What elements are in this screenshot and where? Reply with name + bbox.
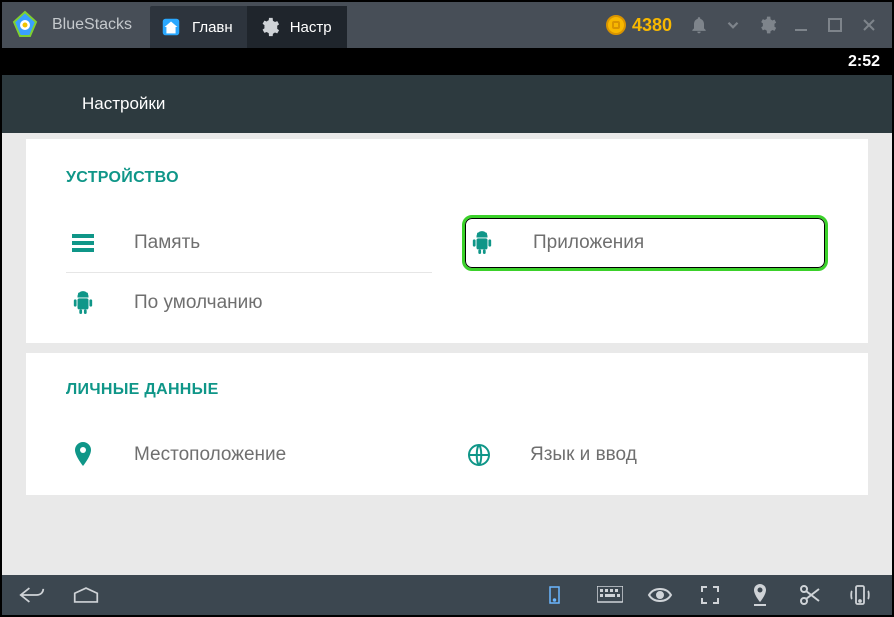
bluestacks-window: BlueStacks Главн Настр 4380 [0,0,894,617]
notifications-icon[interactable] [682,8,716,42]
storage-icon [66,234,100,252]
shake-icon[interactable] [846,581,874,609]
eye-icon[interactable] [646,581,674,609]
section-device: УСТРОЙСТВО Память [26,139,868,343]
clock: 2:52 [848,53,880,71]
tab-label: Настр [290,19,332,36]
gear-icon [258,16,280,38]
settings-gear-icon[interactable] [750,8,784,42]
keyboard-settings-icon[interactable] [546,581,574,609]
item-label: По умолчанию [134,292,263,314]
close-icon[interactable] [852,8,886,42]
home-icon [160,16,182,38]
tab-home[interactable]: Главн [150,6,248,48]
android-statusbar: 2:52 [2,48,892,75]
app-name: BlueStacks [48,16,132,34]
apps-android-icon [465,231,499,255]
section-title-device: УСТРОЙСТВО [66,169,828,187]
android-navbar [2,575,892,615]
maximize-icon[interactable] [818,8,852,42]
appbar-title: Настройки [82,94,165,114]
section-title-personal: ЛИЧНЫЕ ДАННЫЕ [66,381,828,399]
home-button[interactable] [72,581,100,609]
section-personal: ЛИЧНЫЕ ДАННЫЕ Местоположение Язык и ввод [26,353,868,495]
coin-count: 4380 [632,15,672,36]
minimize-icon[interactable] [784,8,818,42]
tab-label: Главн [192,19,233,36]
scissors-icon[interactable] [796,581,824,609]
item-label: Язык и ввод [530,444,637,466]
android-screen: 2:52 Настройки УСТРОЙСТВО Память [2,48,892,575]
settings-item-default[interactable]: По умолчанию [66,273,432,333]
keyboard-icon[interactable] [596,581,624,609]
item-label: Память [134,232,200,254]
tab-strip: Главн Настр [150,2,347,48]
coin-icon [606,15,626,35]
location-icon[interactable] [746,581,774,609]
pika-points[interactable]: 4380 [606,15,672,36]
settings-appbar: Настройки [2,75,892,133]
settings-item-language[interactable]: Язык и ввод [462,425,828,485]
bluestacks-logo-icon [2,2,48,48]
location-pin-icon [66,442,100,468]
default-android-icon [66,291,100,315]
fullscreen-icon[interactable] [696,581,724,609]
item-label: Приложения [533,232,644,254]
globe-icon [462,443,496,467]
settings-item-apps[interactable]: Приложения [462,215,828,271]
item-label: Местоположение [134,444,286,466]
titlebar: BlueStacks Главн Настр 4380 [2,2,892,48]
settings-item-location[interactable]: Местоположение [66,425,432,485]
tab-settings[interactable]: Настр [248,6,347,48]
settings-item-storage[interactable]: Память [66,213,432,273]
settings-content: УСТРОЙСТВО Память [2,133,892,575]
chevron-down-icon[interactable] [716,8,750,42]
back-button[interactable] [18,581,46,609]
